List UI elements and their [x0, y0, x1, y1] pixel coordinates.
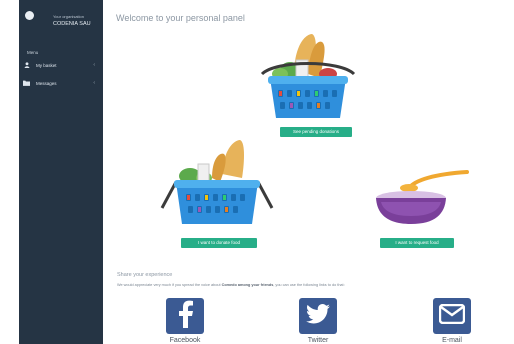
share-section-title: Share your experience — [117, 272, 173, 278]
email-label: E-mail — [442, 337, 462, 344]
left-margin — [0, 0, 19, 344]
food-basket-image — [256, 30, 360, 126]
menu-section-title: Menu — [27, 50, 39, 55]
email-share-button[interactable] — [433, 298, 471, 334]
sidebar-item-label: My basket — [36, 62, 57, 68]
see-pending-donations-button[interactable]: See pending donations — [280, 127, 352, 137]
main-panel: Welcome to your personal panel See pendi… — [103, 0, 514, 344]
share-text-start: We would appreciate very much if you spr… — [117, 283, 222, 287]
sidebar-item-my-basket[interactable]: My basket ‹ — [23, 60, 99, 70]
facebook-share-button[interactable] — [166, 298, 204, 334]
twitter-label: Twitter — [307, 337, 329, 344]
share-description: We would appreciate very much if you spr… — [117, 283, 489, 287]
twitter-icon — [306, 303, 330, 329]
org-name: CODENIA SAU — [53, 21, 91, 27]
chevron-left-icon: ‹ — [93, 62, 95, 68]
food-basket-image — [158, 138, 276, 228]
donate-food-button[interactable]: I want to donate food — [181, 238, 257, 248]
person-icon — [23, 62, 30, 68]
org-label: Your organisation — [53, 14, 84, 19]
page-title: Welcome to your personal panel — [116, 13, 245, 23]
avatar-icon[interactable] — [25, 11, 34, 20]
folder-icon — [23, 80, 30, 86]
sidebar: Your organisation CODENIA SAU Menu My ba… — [19, 0, 103, 344]
facebook-icon — [175, 300, 195, 333]
share-text-bold: Comedo among your friends — [221, 283, 274, 287]
chevron-left-icon: ‹ — [93, 80, 95, 86]
request-food-button[interactable]: I want to request food — [380, 238, 454, 248]
sidebar-item-messages[interactable]: Messages ‹ — [23, 78, 99, 88]
share-text-end: , you can use the following links to do … — [273, 283, 345, 287]
facebook-label: Facebook — [169, 337, 201, 344]
empty-bowl-image — [375, 168, 471, 235]
email-icon — [438, 303, 466, 329]
sidebar-item-label: Messages — [36, 80, 57, 86]
twitter-share-button[interactable] — [299, 298, 337, 334]
